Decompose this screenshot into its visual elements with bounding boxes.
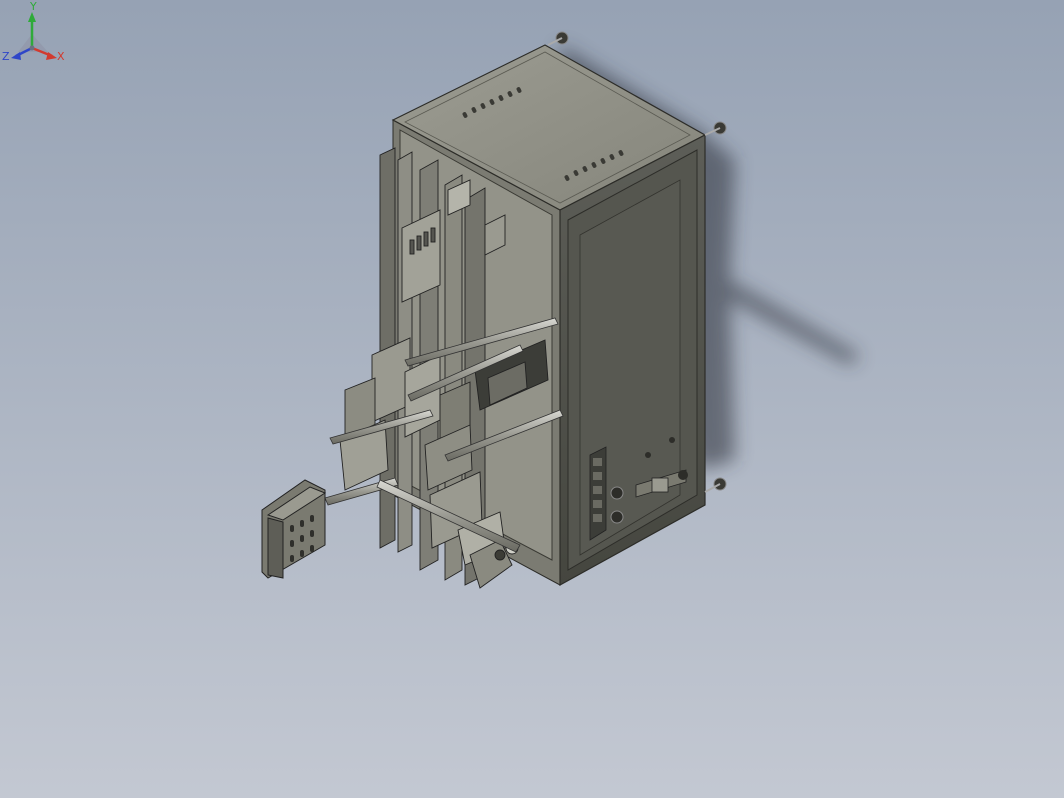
- coordinate-triad: Y X Z: [2, 0, 65, 63]
- z-axis-label: Z: [2, 50, 10, 63]
- y-axis-arrow: [28, 12, 36, 22]
- pendant-controller[interactable]: [261, 479, 327, 579]
- cad-viewport[interactable]: Y X Z: [0, 0, 1064, 798]
- y-axis-label: Y: [29, 0, 37, 13]
- machine-model[interactable]: [0, 0, 1064, 798]
- x-axis-label: X: [57, 50, 65, 63]
- z-axis-arrow: [11, 52, 21, 60]
